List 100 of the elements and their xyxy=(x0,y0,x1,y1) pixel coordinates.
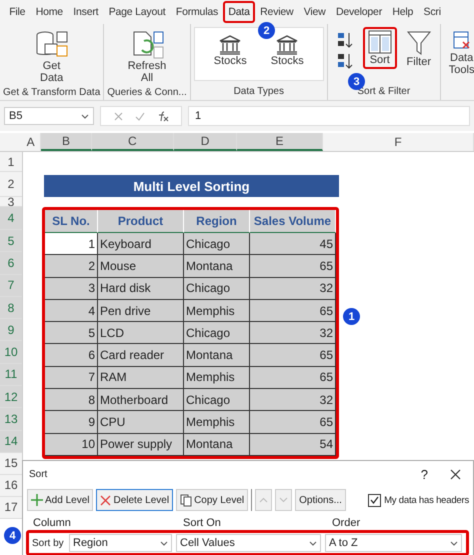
row-header[interactable]: 10 xyxy=(0,341,22,364)
ribbon-button[interactable]: Data Tools xyxy=(444,27,474,79)
row-header[interactable]: 11 xyxy=(0,364,22,386)
table-cell: 65 xyxy=(250,366,336,390)
table-cell: Chicago xyxy=(184,233,250,256)
ribbon-tab[interactable]: Review xyxy=(254,1,299,23)
step-badge: 4 xyxy=(4,527,21,544)
table-cell: Keyboard xyxy=(98,233,184,256)
row-header[interactable]: 1 xyxy=(0,152,22,172)
table-cell: Chicago xyxy=(184,389,250,412)
sort-by-label: Sort by xyxy=(31,538,65,548)
copy-icon xyxy=(180,494,192,506)
table-cell: Montana xyxy=(184,344,250,367)
table-cell: Montana xyxy=(184,255,250,278)
name-box[interactable]: B5 xyxy=(4,107,94,125)
column-header[interactable]: D xyxy=(174,133,238,151)
table-cell: Card reader xyxy=(98,344,184,367)
sheet-title: Multi Level Sorting xyxy=(44,175,339,197)
table-cell: 2 xyxy=(45,255,98,278)
table-cell: Pen drive xyxy=(98,300,184,322)
table-cell: LCD xyxy=(98,322,184,344)
column-header[interactable]: E xyxy=(237,133,324,151)
checkbox-label: My data has headers xyxy=(384,494,469,506)
ribbon-button[interactable]: Filter xyxy=(400,27,437,71)
table-cell: 45 xyxy=(250,233,336,256)
table-cell: Hard disk xyxy=(98,278,184,300)
table-cell: Motherboard xyxy=(98,389,184,412)
column-header[interactable]: C xyxy=(92,133,174,151)
table-cell: Chicago xyxy=(184,322,250,344)
column-dropdown[interactable]: Region xyxy=(69,534,172,552)
sort-level-row[interactable]: Sort by Region Cell Values A to Z xyxy=(26,530,469,555)
dialog-button[interactable]: Delete Level xyxy=(96,489,174,511)
ribbon-tab[interactable]: Developer xyxy=(330,1,388,23)
row-header[interactable]: 12 xyxy=(0,386,22,408)
ribbon-button[interactable]: Get Data xyxy=(30,27,74,87)
ribbon-tab[interactable]: Help xyxy=(387,1,418,23)
table-cell: Mouse xyxy=(98,255,184,278)
bank-icon xyxy=(218,35,242,55)
table-cell: 1 xyxy=(45,233,98,256)
table-cell: 6 xyxy=(45,344,98,367)
ribbon-button[interactable]: Refresh All xyxy=(122,27,172,87)
row-header[interactable]: 4 xyxy=(0,207,22,230)
row-header[interactable]: 7 xyxy=(0,274,22,297)
column-heading: SL No. xyxy=(45,210,98,233)
caret-icon xyxy=(81,114,89,118)
table-cell: 5 xyxy=(45,322,98,344)
plus-icon xyxy=(31,494,43,506)
table-cell: 65 xyxy=(250,300,336,322)
checkbox[interactable] xyxy=(368,494,382,506)
table-cell: 32 xyxy=(250,278,336,300)
table-cell: 65 xyxy=(250,411,336,434)
column-heading: Product xyxy=(98,210,184,233)
ribbon-tab[interactable]: Home xyxy=(30,1,68,23)
column-header[interactable]: F xyxy=(323,133,474,151)
group-label: Get & Transform Data xyxy=(3,87,100,100)
formula-field[interactable]: 1 xyxy=(188,106,470,126)
table-cell: 3 xyxy=(45,278,98,300)
sort-icon xyxy=(368,30,392,54)
column-header[interactable]: B xyxy=(41,133,92,151)
ribbon-tab[interactable]: View xyxy=(298,1,331,23)
dialog-button[interactable]: Options... xyxy=(295,489,346,511)
ribbon-tab[interactable]: Scri xyxy=(418,1,446,23)
ribbon-tab[interactable]: Formulas xyxy=(170,1,224,23)
ribbon-tab[interactable]: Page Layout xyxy=(104,1,171,23)
row-header[interactable]: 2 xyxy=(0,172,22,197)
column-heading: Sort On xyxy=(183,517,222,529)
table-cell: Power supply xyxy=(98,434,184,456)
column-heading: Order xyxy=(332,517,362,529)
ribbon-tab[interactable]: Insert xyxy=(68,1,104,23)
table-cell: 54 xyxy=(250,434,336,456)
ribbon-button[interactable]: Sort xyxy=(362,27,397,69)
row-header[interactable]: 8 xyxy=(0,296,22,320)
caret-icon xyxy=(450,540,458,546)
caret-icon xyxy=(160,540,168,546)
row-header[interactable]: 9 xyxy=(0,319,22,342)
dialog-button[interactable]: Add Level xyxy=(27,489,94,511)
dialog-button[interactable]: Copy Level xyxy=(176,489,248,511)
row-header[interactable]: 13 xyxy=(0,408,22,431)
close-icon[interactable] xyxy=(450,468,461,480)
row-header[interactable]: 6 xyxy=(0,252,22,275)
table-cell: 32 xyxy=(250,322,336,344)
row-header[interactable]: 5 xyxy=(0,230,22,252)
check-icon[interactable] xyxy=(134,112,144,120)
close-icon xyxy=(100,494,112,506)
table-cell: 4 xyxy=(45,300,98,322)
row-header[interactable]: 14 xyxy=(0,430,22,453)
ribbon-tab[interactable]: File xyxy=(4,1,30,23)
table-cell: 32 xyxy=(250,389,336,412)
dialog-title: Sort xyxy=(29,468,48,480)
table-cell: Chicago xyxy=(184,278,250,300)
order-dropdown[interactable]: A to Z xyxy=(325,534,462,552)
table-cell: Montana xyxy=(184,434,250,456)
sort-on-dropdown[interactable]: Cell Values xyxy=(176,534,321,552)
step-badge: 1 xyxy=(343,308,360,325)
table-cell: CPU xyxy=(98,411,184,434)
help-button[interactable]: ? xyxy=(420,466,428,482)
table-cell: Memphis xyxy=(184,366,250,390)
ribbon-button[interactable]: Stocks xyxy=(208,32,252,76)
function-icon[interactable] xyxy=(156,110,168,122)
group-label: Queries & Conn... xyxy=(107,87,187,100)
